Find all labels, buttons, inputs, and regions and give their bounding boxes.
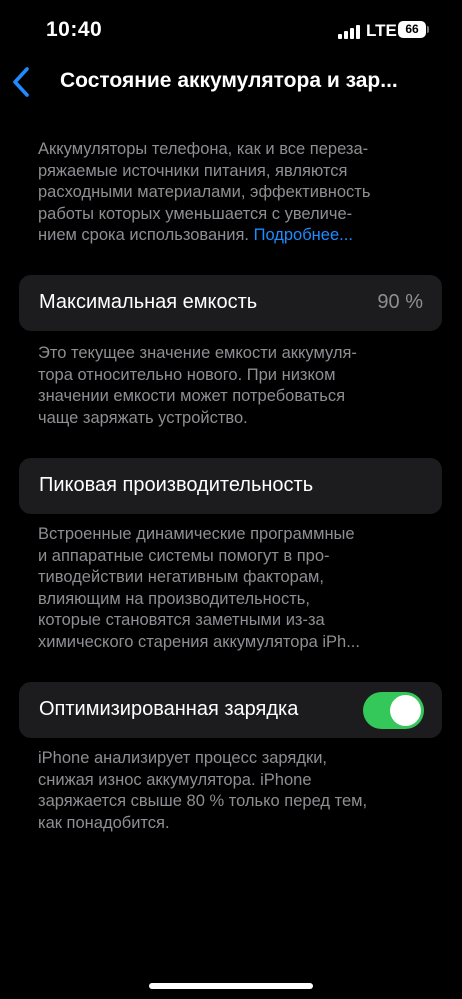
- footer-line: химического старения аккумулятора iPh...: [38, 632, 360, 651]
- intro-last-line: нием срока использования.: [38, 226, 249, 244]
- footer-line: значении емкости может потребоваться: [38, 387, 346, 405]
- max-capacity-cell: Максимальная емкость 90 %: [19, 275, 442, 331]
- battery-icon: 66: [398, 21, 426, 38]
- optimized-charging-label: Оптимизированная зарядка: [39, 698, 299, 720]
- learn-more-link[interactable]: Подробнее...: [254, 226, 353, 244]
- intro-line: нием срока использования. Подробнее...: [38, 225, 428, 247]
- footer-line: чаще заряжать устройство.: [38, 408, 248, 427]
- intro-line: Аккумуляторы телефона, как и все переза-: [38, 140, 369, 158]
- peak-performance-footer: Встроенные динамические программные и ап…: [38, 524, 428, 653]
- home-indicator[interactable]: [149, 983, 313, 989]
- cellular-signal-icon: [338, 25, 360, 39]
- peak-performance-cell[interactable]: Пиковая производительность: [19, 458, 442, 514]
- intro-text: Аккумуляторы телефона, как и все переза-…: [38, 139, 428, 247]
- peak-performance-label: Пиковая производительность: [39, 474, 314, 496]
- intro-line: работы которых уменьшается с увеличе-: [38, 204, 353, 223]
- status-time: 10:40: [46, 18, 103, 41]
- footer-line: заряжается свыше 80 % только перед тем,: [38, 792, 368, 810]
- toggle-knob: [390, 695, 421, 726]
- max-capacity-label: Максимальная емкость: [39, 291, 258, 313]
- max-capacity-footer: Это текущее значение емкости аккумуля- т…: [38, 343, 428, 429]
- intro-line: ряжаемые источники питания, являются: [38, 161, 348, 180]
- max-capacity-value: 90 %: [377, 291, 423, 313]
- footer-line: тора относительно нового. При низком: [38, 365, 336, 384]
- footer-line: которые становятся заметными из-за: [38, 611, 325, 629]
- footer-line: Это текущее значение емкости аккумуля-: [38, 344, 357, 362]
- footer-line: влияющим на производительность,: [38, 589, 310, 608]
- battery-level: 66: [405, 22, 419, 36]
- footer-line: как понадобится.: [38, 813, 170, 832]
- battery-nub: [427, 26, 429, 33]
- network-type: LTE: [366, 21, 397, 40]
- optimized-charging-toggle[interactable]: [363, 692, 424, 729]
- footer-line: снижая износ аккумулятора. iPhone: [38, 770, 312, 789]
- back-button[interactable]: [10, 66, 34, 98]
- footer-line: iPhone анализирует процесс зарядки,: [38, 749, 328, 767]
- optimized-charging-footer: iPhone анализирует процесс зарядки, сниж…: [38, 748, 428, 834]
- footer-line: Встроенные динамические программные: [38, 525, 355, 543]
- status-bar: 10:40 LTE 66: [0, 0, 462, 60]
- optimized-charging-cell: Оптимизированная зарядка: [19, 682, 442, 738]
- navigation-bar: Состояние аккумулятора и зар...: [0, 62, 462, 102]
- chevron-left-icon: [13, 67, 29, 97]
- footer-line: тиводействии негативным факторам,: [38, 568, 324, 586]
- intro-line: расходными материалами, эффективность: [38, 183, 371, 201]
- page-title: Состояние аккумулятора и зар...: [60, 69, 398, 92]
- footer-line: и аппаратные системы помогут в про-: [38, 546, 330, 565]
